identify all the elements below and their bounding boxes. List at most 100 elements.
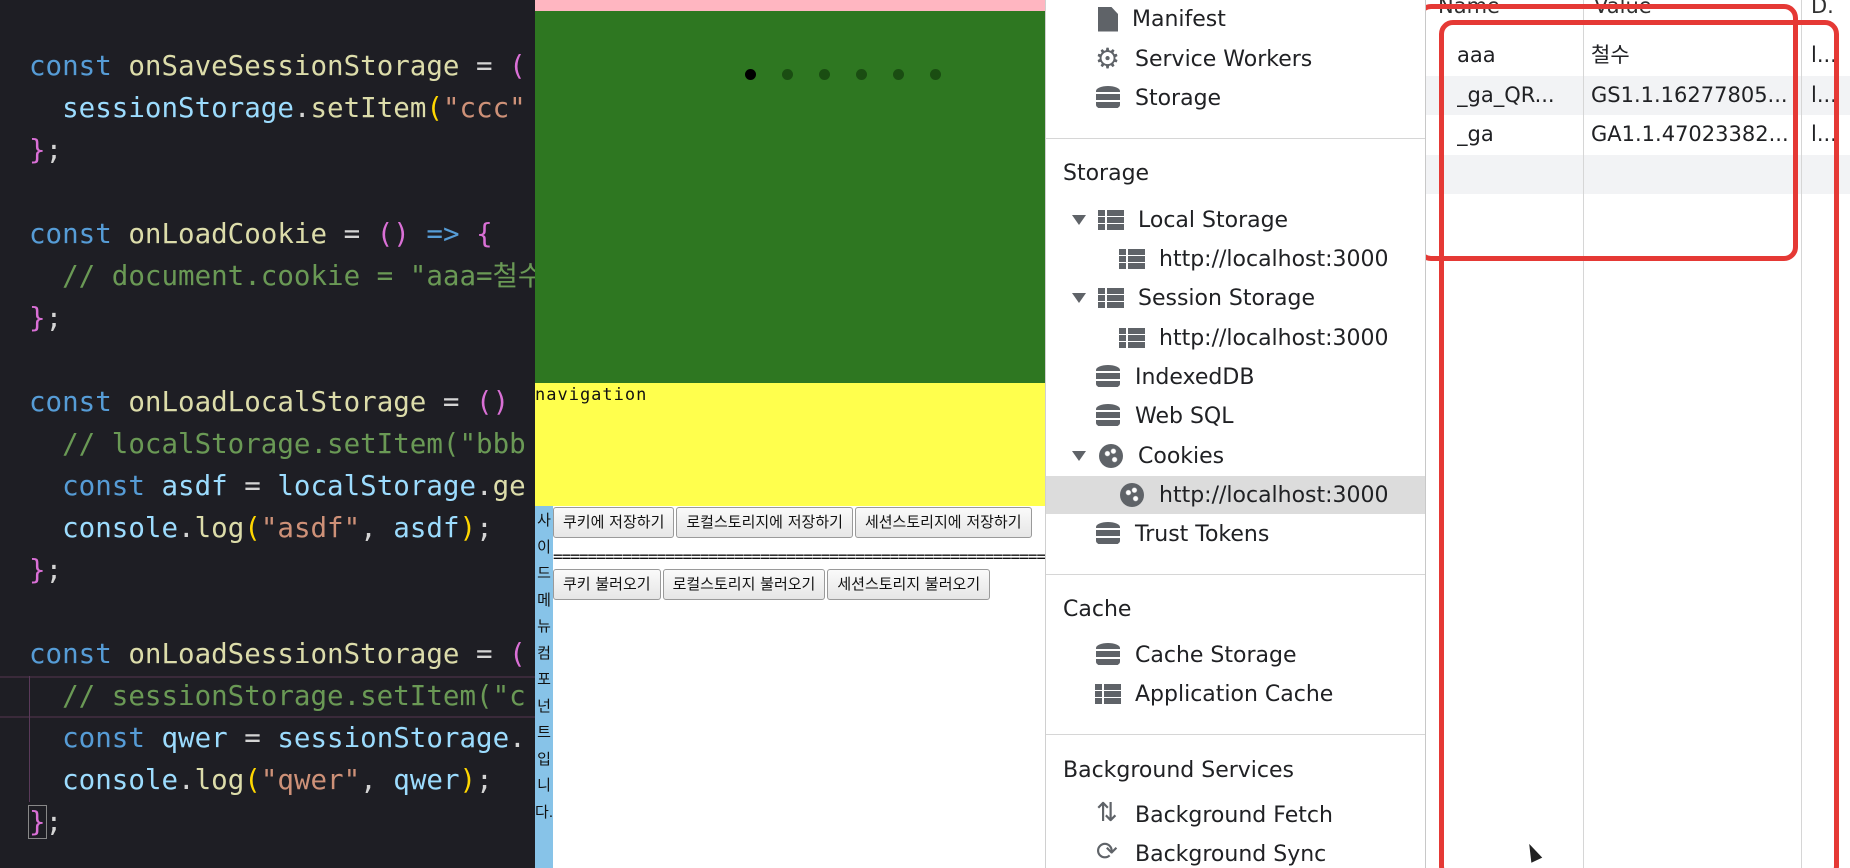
code-token: "asdf" [260,512,361,544]
side-menu-char: 트 [537,724,551,741]
carousel-dots [745,69,941,80]
tree-item-label: Service Workers [1135,46,1313,72]
section-header-cache: Cache [1063,597,1132,622]
expand-arrow-icon[interactable] [1072,293,1086,303]
section-header-storage: Storage [1063,161,1150,186]
load-cookie-button[interactable]: 쿠키 불러오기 [553,569,661,600]
carousel-dot[interactable] [819,69,830,80]
expand-arrow-icon[interactable] [1072,451,1086,461]
save-button-row: 쿠키에 저장하기 로컬스토리지에 저장하기 세션스토리지에 저장하기 [553,507,1032,538]
code-line: const onLoadSessionStorage = ( [29,633,526,675]
annotation-box-column [1439,20,1839,868]
code-token: localStorage [277,470,477,502]
tree-item-local-storage[interactable]: Local Storage [1072,201,1288,239]
code-token: { [476,218,493,250]
code-token: log [194,764,245,796]
tree-item-indexeddb[interactable]: IndexedDB [1095,358,1254,396]
banner-carousel[interactable] [535,11,1045,383]
code-token: ; [45,134,63,166]
tree-item-service-workers[interactable]: Service Workers [1095,40,1312,78]
carousel-dot[interactable] [893,69,904,80]
code-line: const onSaveSessionStorage = ( [29,45,526,87]
cookie-table: Name Value D. aaa 철수 l... _ga_QR... GS1.… [1425,0,1850,868]
code-token: onLoadLocalStorage [128,386,427,418]
code-line: // localStorage.setItem("bbb [29,423,526,465]
divider [1046,574,1425,575]
side-menu-char: 사 [537,512,551,529]
code-line: console.log("asdf", asdf); [29,507,493,549]
code-line: sessionStorage.setItem("ccc" [29,87,526,129]
tree-item-label: Web SQL [1135,403,1234,429]
tree-item-cookies-origin[interactable]: http://localhost:3000 [1046,476,1425,514]
tree-item-cache-storage[interactable]: Cache Storage [1095,636,1297,674]
tree-item-application-cache[interactable]: Application Cache [1095,675,1333,713]
code-token: console [62,764,179,796]
code-token: ( [244,512,261,544]
code-token: = [459,638,510,670]
code-token: = [459,50,510,82]
code-token: => [409,218,477,250]
code-token: const [29,386,129,418]
code-token: "qwer" [260,764,361,796]
side-menu-char: 넌 [537,697,551,715]
divider [1046,734,1425,735]
save-localstorage-button[interactable]: 로컬스토리지에 저장하기 [676,507,853,538]
code-line: const qwer = sessionStorage. [29,717,526,759]
carousel-dot[interactable] [930,69,941,80]
code-editor[interactable]: const onSaveSessionStorage = ( sessionSt… [0,0,535,868]
code-token: ( [244,764,261,796]
code-token: = [327,218,377,250]
tree-item-label: http://localhost:3000 [1159,246,1389,272]
save-sessionstorage-button[interactable]: 세션스토리지에 저장하기 [854,507,1032,538]
tree-item-session-storage-origin[interactable]: http://localhost:3000 [1119,319,1389,357]
expand-arrow-icon[interactable] [1072,215,1086,225]
tree-item-label: Application Cache [1135,681,1334,707]
cookie-icon [1098,443,1124,469]
carousel-dot[interactable] [856,69,867,80]
load-sessionstorage-button[interactable]: 세션스토리지 불러오기 [827,569,991,600]
tree-item-label: Background Fetch [1135,802,1333,828]
tree-item-storage-overview[interactable]: Storage [1095,79,1221,117]
code-token: asdf [393,512,460,544]
code-token: qwer [161,722,228,754]
load-localstorage-button[interactable]: 로컬스토리지 불러오기 [662,569,826,600]
section-header-background-services: Background Services [1063,758,1295,783]
code-token: ; [45,806,63,838]
tree-item-session-storage[interactable]: Session Storage [1072,279,1315,317]
side-menu-char: 드 [537,565,551,582]
tree-item-cookies[interactable]: Cookies [1072,437,1224,475]
code-line: }; [29,549,62,591]
code-token: const [29,218,129,250]
navigation-label: navigation [535,385,648,405]
tree-item-label: Manifest [1132,6,1226,32]
tree-item-web-sql[interactable]: Web SQL [1095,397,1234,435]
code-line: }; [29,129,62,171]
tree-item-background-sync[interactable]: Background Sync [1095,835,1326,868]
tree-item-local-storage-origin[interactable]: http://localhost:3000 [1119,240,1389,278]
divider [1046,138,1425,139]
code-token: () [476,386,510,418]
tree-item-label: IndexedDB [1135,364,1255,390]
side-menu-char: 뉴 [537,618,551,635]
code-token: ( [426,92,443,124]
tree-item-trust-tokens[interactable]: Trust Tokens [1095,515,1269,553]
side-menu-char: 니 [537,777,551,794]
code-token: . [293,92,311,124]
code-token: () [376,218,410,250]
database-icon [1095,85,1121,111]
header-bar [535,0,1045,11]
grid-icon [1098,285,1124,311]
carousel-dot[interactable] [745,69,756,80]
code-token: } [29,554,46,586]
tree-item-background-fetch[interactable]: Background Fetch [1095,796,1333,834]
code-token: onSaveSessionStorage [128,50,460,82]
separator-line: ========================================… [553,547,1045,566]
tree-item-manifest[interactable]: Manifest [1095,0,1226,38]
side-menu: 사 이 드 메 뉴 컴 포 넌 트 입 니 다. [535,506,553,868]
save-cookie-button[interactable]: 쿠키에 저장하기 [553,507,675,538]
gear-icon [1095,42,1121,75]
code-token: const [29,50,129,82]
code-token: // document.cookie = "aaa=철수 [29,260,535,292]
carousel-dot[interactable] [782,69,793,80]
